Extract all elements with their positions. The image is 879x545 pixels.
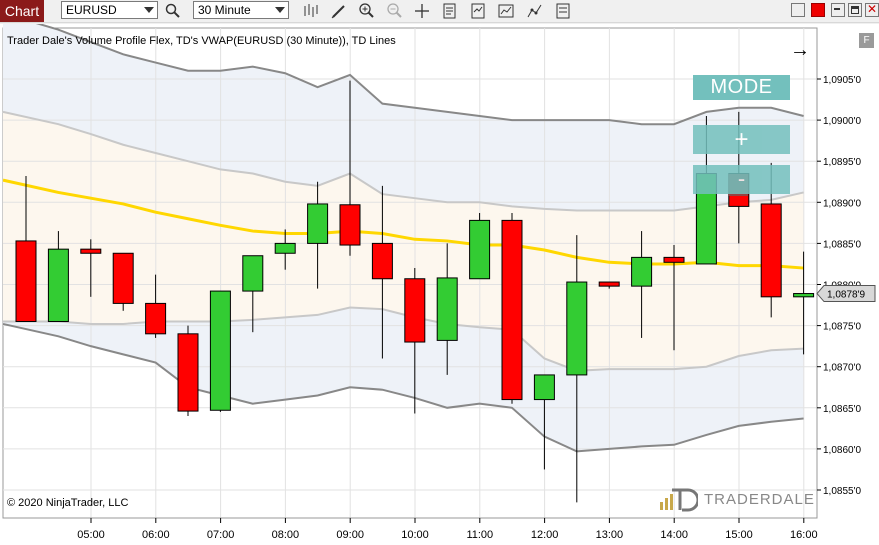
candle-body [15, 240, 37, 322]
candle-body [80, 248, 102, 254]
f-button[interactable]: F [859, 33, 874, 48]
candle-body [339, 204, 361, 246]
x-tick-label: 06:00 [142, 529, 170, 541]
properties-icon[interactable] [554, 2, 572, 20]
candle-body [209, 290, 231, 411]
price-chart[interactable]: 1,0905'0 1,0900'0 1,0895'0 1,0890'0 1,0885'0… [0, 24, 879, 545]
candle-body [404, 278, 426, 343]
x-tick-label: 10:00 [401, 529, 429, 541]
candle-body [793, 293, 815, 298]
x-tick-label: 15:00 [725, 529, 753, 541]
tile-window-button[interactable] [811, 3, 825, 17]
logo-text: TRADERDALE [704, 491, 815, 508]
candle-body [566, 281, 588, 376]
chevron-down-icon [275, 7, 285, 13]
x-tick-label: 12:00 [531, 529, 559, 541]
chart-title: Trader Dale's Volume Profile Flex, TD's … [7, 35, 396, 47]
y-tick-label: 1,0875'0 [823, 322, 861, 333]
candle-body [760, 203, 782, 298]
indicators-icon[interactable] [497, 2, 515, 20]
chart-panel[interactable]: 1,0905'0 1,0900'0 1,0895'0 1,0890'0 1,0885'0… [0, 24, 879, 545]
candle-body [177, 333, 199, 412]
instrument-value: EURUSD [66, 3, 117, 17]
y-tick-label: 1,0885'0 [823, 239, 861, 250]
minimize-window-button[interactable] [791, 3, 805, 17]
x-tick-label: 16:00 [790, 529, 818, 541]
bar-style-icon[interactable] [302, 2, 320, 20]
traderdale-logo: TRADERDALE [658, 486, 814, 516]
minus-button[interactable]: - [693, 165, 790, 194]
x-tick-label: 08:00 [272, 529, 300, 541]
x-tick-label: 13:00 [596, 529, 624, 541]
y-tick-label: 1,0905'0 [823, 75, 861, 86]
restore-window-button[interactable] [831, 3, 845, 17]
y-tick-label: 1,0900'0 [823, 116, 861, 127]
candle-body [145, 302, 167, 335]
zoom-in-icon[interactable] [358, 2, 376, 20]
search-icon[interactable] [164, 2, 182, 20]
plus-button[interactable]: + [693, 125, 790, 154]
line-drawing-icon[interactable] [526, 2, 544, 20]
pencil-icon[interactable] [330, 2, 348, 20]
maximize-window-button[interactable] [848, 3, 862, 17]
candle-body [436, 277, 458, 341]
candle-body [307, 203, 329, 244]
candle-body [242, 255, 264, 292]
candle-body [47, 248, 69, 322]
toolbar: Chart EURUSD 30 Minute ✕ [0, 0, 879, 23]
candle-body [533, 374, 555, 401]
zoom-out-icon[interactable] [386, 2, 404, 20]
candle-body [598, 281, 620, 287]
current-price-label: 1,0878'9 [827, 290, 865, 301]
crosshair-icon[interactable] [413, 2, 431, 20]
maximize-icon [851, 6, 859, 14]
y-tick-label: 1,0865'0 [823, 404, 861, 415]
x-tick-label: 11:00 [466, 529, 493, 541]
right-arrow-icon[interactable]: → [790, 40, 810, 60]
y-tick-label: 1,0895'0 [823, 157, 861, 168]
x-tick-label: 05:00 [77, 529, 105, 541]
x-tick-label: 09:00 [336, 529, 364, 541]
data-box-icon[interactable] [441, 2, 459, 20]
candle-body [501, 219, 523, 401]
candle-body [469, 219, 491, 280]
candle-body [631, 256, 653, 287]
y-tick-label: 1,0855'0 [823, 486, 861, 497]
candle-body [663, 256, 685, 263]
td-logo-icon [660, 488, 698, 512]
strategy-icon[interactable] [469, 2, 487, 20]
x-tick-label: 07:00 [207, 529, 235, 541]
window-icon [834, 8, 840, 15]
mode-button[interactable]: MODE [693, 75, 790, 100]
close-window-button[interactable]: ✕ [865, 3, 879, 17]
y-tick-label: 1,0870'0 [823, 363, 861, 374]
copyright-text: © 2020 NinjaTrader, LLC [7, 497, 129, 509]
candle-body [112, 252, 134, 304]
chart-tab[interactable]: Chart [0, 0, 44, 22]
interval-value: 30 Minute [198, 3, 251, 17]
x-tick-label: 14:00 [660, 529, 688, 541]
y-tick-label: 1,0860'0 [823, 445, 861, 456]
candle-body [371, 242, 393, 280]
instrument-selector[interactable]: EURUSD [61, 1, 158, 19]
y-tick-label: 1,0890'0 [823, 198, 861, 209]
interval-selector[interactable]: 30 Minute [193, 1, 289, 19]
candle-body [274, 242, 296, 254]
chevron-down-icon [144, 7, 154, 13]
